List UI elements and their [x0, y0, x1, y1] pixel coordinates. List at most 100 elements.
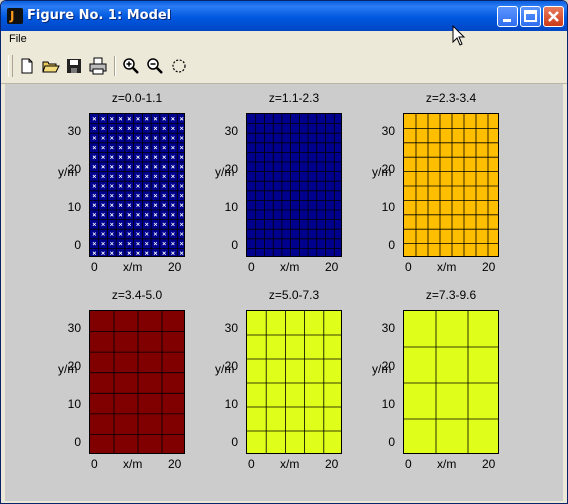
- data-marker: [144, 126, 149, 131]
- data-marker: [179, 222, 184, 227]
- data-marker: [127, 126, 132, 131]
- zoom-out-icon[interactable]: [146, 57, 164, 75]
- y-tick-label: 0: [231, 238, 238, 252]
- data-marker: [153, 117, 158, 121]
- data-marker: [101, 213, 105, 217]
- data-marker: [136, 213, 140, 217]
- mouse-cursor-icon: [452, 25, 466, 46]
- close-button[interactable]: [543, 6, 564, 27]
- data-marker: [171, 145, 175, 150]
- panel-grid: [404, 311, 498, 453]
- data-marker: [110, 126, 114, 131]
- data-marker: [127, 155, 132, 159]
- data-marker: [153, 232, 158, 236]
- data-marker: [110, 117, 114, 121]
- panel-title: z=2.3-3.4: [425, 91, 477, 105]
- data-marker: [92, 203, 97, 207]
- data-marker: [162, 126, 166, 131]
- data-marker: [171, 213, 175, 217]
- open-icon[interactable]: [42, 57, 60, 75]
- y-axis-label: y/m: [372, 165, 392, 179]
- data-marker: [101, 203, 105, 207]
- x-tick-label: 20: [168, 457, 182, 471]
- data-marker: [118, 241, 123, 246]
- data-marker: [171, 126, 175, 131]
- save-icon[interactable]: [65, 57, 83, 75]
- data-marker: [136, 136, 140, 140]
- data-marker: [110, 222, 114, 227]
- data-marker: [179, 184, 184, 188]
- subplot-axes: [403, 310, 499, 454]
- x-tick-label: 0: [405, 260, 412, 274]
- data-marker: [127, 203, 132, 207]
- data-marker: [144, 203, 149, 207]
- data-marker: [136, 241, 140, 246]
- data-marker: [118, 117, 123, 121]
- data-marker: [127, 241, 132, 246]
- y-tick-label: 0: [74, 238, 81, 252]
- data-marker: [92, 165, 97, 169]
- data-marker: [110, 165, 114, 169]
- data-marker: [162, 136, 166, 140]
- y-axis-label: y/m: [372, 362, 392, 376]
- data-marker: [118, 165, 123, 169]
- data-marker: [162, 193, 166, 198]
- subplot-axes: [246, 113, 342, 257]
- print-icon[interactable]: [89, 57, 107, 75]
- y-tick-label: 30: [381, 321, 395, 335]
- data-marker: [127, 165, 132, 169]
- data-marker: [118, 155, 123, 159]
- zoom-in-icon[interactable]: [122, 57, 140, 75]
- data-marker: [179, 155, 184, 159]
- x-tick-label: 0: [91, 457, 98, 471]
- data-marker: [101, 222, 105, 227]
- data-marker: [179, 174, 184, 179]
- y-axis-label: y/m: [58, 362, 78, 376]
- data-marker: [92, 232, 97, 236]
- rotate-icon[interactable]: [170, 57, 188, 75]
- maximize-button[interactable]: [520, 6, 541, 27]
- y-tick-label: 10: [381, 200, 395, 214]
- y-axis-label: y/m: [58, 165, 78, 179]
- new-icon[interactable]: [18, 57, 36, 75]
- data-marker: [118, 251, 123, 255]
- x-axis-label: x/m: [280, 457, 300, 471]
- menu-file[interactable]: File: [9, 33, 27, 45]
- data-marker: [144, 174, 149, 179]
- data-marker: [118, 126, 123, 131]
- minimize-icon: [503, 19, 511, 22]
- data-marker: [179, 136, 184, 140]
- data-marker: [162, 165, 166, 169]
- y-tick-label: 10: [381, 397, 395, 411]
- data-marker: [127, 193, 132, 198]
- data-marker: [101, 126, 105, 131]
- title-bar[interactable]: J Figure No. 1: Model: [1, 1, 567, 31]
- y-tick-label: 30: [224, 321, 238, 335]
- toolbar-grip[interactable]: [8, 55, 13, 77]
- data-marker: [179, 251, 184, 255]
- subplot-axes: [246, 310, 342, 454]
- data-marker: [92, 241, 97, 246]
- data-marker: [136, 155, 140, 159]
- data-marker: [179, 203, 184, 207]
- data-marker: [153, 136, 158, 140]
- data-marker: [171, 193, 175, 198]
- data-marker: [118, 222, 123, 227]
- minimize-button[interactable]: [497, 6, 518, 27]
- data-marker: [118, 213, 123, 217]
- data-marker: [110, 136, 114, 140]
- panel-grid: [90, 114, 184, 256]
- data-marker: [92, 213, 97, 217]
- data-marker: [153, 222, 158, 227]
- x-tick-label: 20: [482, 260, 496, 274]
- y-tick-label: 10: [67, 397, 81, 411]
- data-marker: [110, 184, 114, 188]
- data-marker: [136, 165, 140, 169]
- data-marker: [136, 251, 140, 255]
- y-tick-label: 30: [67, 124, 81, 138]
- data-marker: [101, 165, 105, 169]
- data-marker: [101, 145, 105, 150]
- data-marker: [179, 145, 184, 150]
- data-marker: [144, 155, 149, 159]
- data-marker: [144, 232, 149, 236]
